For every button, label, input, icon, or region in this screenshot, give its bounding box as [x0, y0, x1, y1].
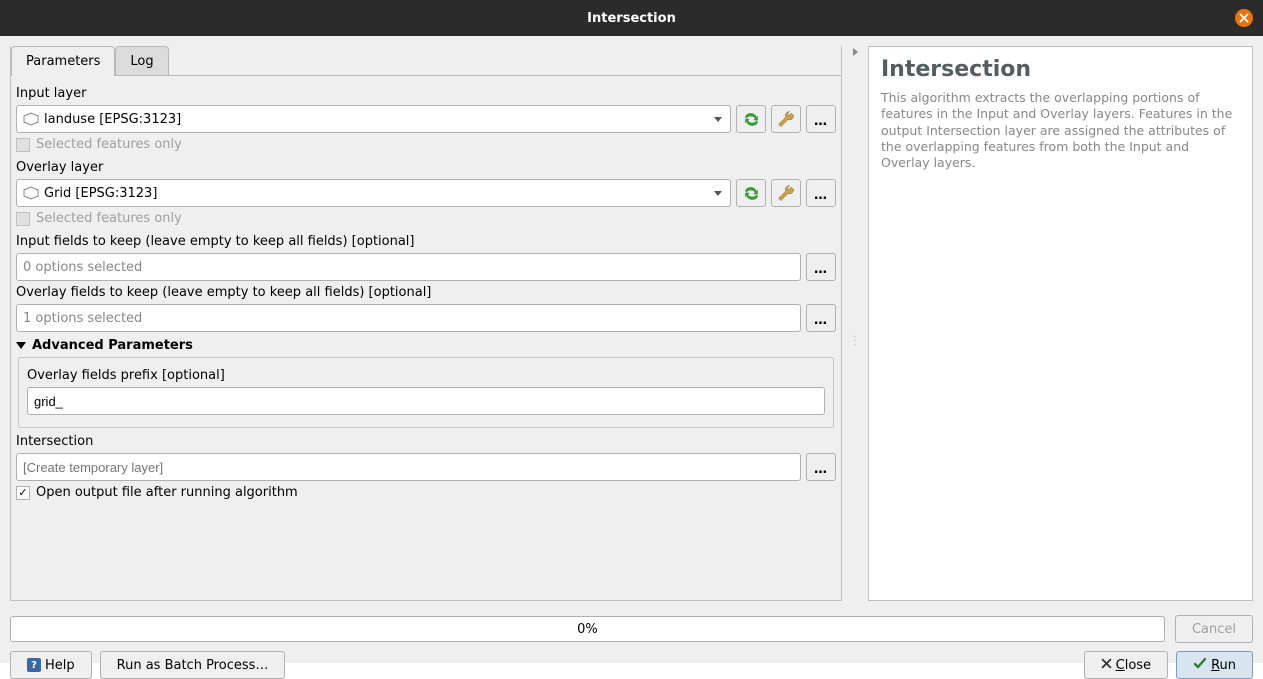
chevron-down-icon: [712, 113, 724, 125]
splitter[interactable]: ···: [852, 46, 858, 601]
output-destination-input[interactable]: [16, 453, 801, 481]
input-fields-browse-button[interactable]: …: [806, 253, 836, 281]
cancel-button: Cancel: [1175, 615, 1253, 643]
iterate-button[interactable]: [736, 105, 766, 133]
help-panel: Intersection This algorithm extracts the…: [868, 46, 1253, 601]
tab-log[interactable]: Log: [115, 46, 168, 76]
batch-button[interactable]: Run as Batch Process…: [100, 651, 286, 679]
wrench-icon: [777, 184, 796, 203]
bottom-left: ? Help Run as Batch Process…: [10, 651, 285, 679]
open-after-row: Open output file after running algorithm: [16, 485, 836, 500]
progress-row: 0% Cancel: [10, 615, 1253, 643]
dots-icon: …: [814, 188, 828, 203]
polygon-layer-icon: [23, 186, 39, 200]
overlay-layer-label: Overlay layer: [16, 160, 836, 175]
run-button-label: Run: [1211, 658, 1236, 673]
main-row: Parameters Log Input layer landuse [EPSG…: [10, 46, 1253, 601]
input-selected-only-checkbox: [16, 138, 30, 152]
tab-parameters[interactable]: Parameters: [11, 46, 115, 76]
overlay-fields-browse-button[interactable]: …: [806, 304, 836, 332]
titlebar: Intersection: [0, 0, 1263, 36]
input-fields-row: 0 options selected …: [16, 253, 836, 281]
close-icon: [1101, 658, 1112, 673]
overlay-selected-only-label: Selected features only: [36, 211, 182, 226]
polygon-layer-icon: [23, 112, 39, 126]
parameters-panel: Parameters Log Input layer landuse [EPSG…: [10, 46, 842, 601]
tab-parameters-label: Parameters: [26, 54, 100, 69]
overlay-prefix-label: Overlay fields prefix [optional]: [27, 368, 825, 383]
input-layer-options-button[interactable]: [771, 105, 801, 133]
dots-icon: …: [814, 313, 828, 328]
dots-icon: …: [814, 462, 828, 477]
overlay-selected-only-row: Selected features only: [16, 211, 836, 226]
input-layer-row: landuse [EPSG:3123] …: [16, 105, 836, 133]
open-after-checkbox[interactable]: [16, 486, 30, 500]
overlay-layer-row: Grid [EPSG:3123] …: [16, 179, 836, 207]
help-body: This algorithm extracts the overlapping …: [881, 90, 1240, 171]
close-button-label: Close: [1116, 658, 1151, 673]
progress-text: 0%: [577, 622, 598, 637]
iterate-icon: [742, 184, 761, 203]
close-icon: [1239, 13, 1249, 23]
iterate-button-overlay[interactable]: [736, 179, 766, 207]
advanced-parameters-label: Advanced Parameters: [32, 338, 193, 353]
overlay-layer-options-button[interactable]: [771, 179, 801, 207]
splitter-handle-icon: ···: [853, 336, 856, 348]
input-layer-combo[interactable]: landuse [EPSG:3123]: [16, 105, 731, 133]
open-after-label: Open output file after running algorithm: [36, 485, 298, 500]
dots-icon: …: [814, 114, 828, 129]
input-layer-browse-button[interactable]: …: [806, 105, 836, 133]
wrench-icon: [777, 110, 796, 129]
cancel-label: Cancel: [1192, 622, 1236, 637]
tabs: Parameters Log: [11, 46, 841, 76]
overlay-fields-value[interactable]: 1 options selected: [16, 304, 801, 332]
output-label: Intersection: [16, 434, 836, 449]
dots-icon: …: [814, 262, 828, 277]
overlay-layer-browse-button[interactable]: …: [806, 179, 836, 207]
close-button[interactable]: Close: [1084, 651, 1168, 679]
overlay-fields-label: Overlay fields to keep (leave empty to k…: [16, 285, 836, 300]
progress-bar: 0%: [10, 616, 1165, 642]
input-fields-value[interactable]: 0 options selected: [16, 253, 801, 281]
dialog-body: Parameters Log Input layer landuse [EPSG…: [0, 36, 1263, 663]
overlay-layer-combo[interactable]: Grid [EPSG:3123]: [16, 179, 731, 207]
help-title: Intersection: [881, 57, 1240, 82]
bottom-right: Close Run: [1084, 651, 1253, 679]
overlay-fields-row: 1 options selected …: [16, 304, 836, 332]
input-selected-only-label: Selected features only: [36, 137, 182, 152]
apply-icon: [1193, 656, 1207, 674]
iterate-icon: [742, 110, 761, 129]
advanced-parameters-toggle[interactable]: Advanced Parameters: [16, 338, 836, 353]
output-browse-button[interactable]: …: [806, 453, 836, 481]
chevron-down-icon: [712, 187, 724, 199]
advanced-parameters-box: Overlay fields prefix [optional]: [18, 357, 834, 428]
disclosure-down-icon: [16, 342, 26, 349]
input-layer-value: landuse [EPSG:3123]: [44, 112, 712, 127]
input-fields-label: Input fields to keep (leave empty to kee…: [16, 234, 836, 249]
help-button[interactable]: ? Help: [10, 651, 92, 679]
params-body: Input layer landuse [EPSG:3123]: [11, 76, 841, 597]
overlay-layer-value: Grid [EPSG:3123]: [44, 186, 712, 201]
window: Intersection Parameters Log Input layer: [0, 0, 1263, 663]
batch-button-label: Run as Batch Process…: [117, 658, 269, 673]
overlay-prefix-input[interactable]: [27, 387, 825, 415]
window-title: Intersection: [587, 11, 676, 26]
input-selected-only-row: Selected features only: [16, 137, 836, 152]
bottom-row: ? Help Run as Batch Process… Close: [10, 651, 1253, 679]
help-button-label: Help: [45, 658, 75, 673]
run-button[interactable]: Run: [1176, 651, 1253, 679]
input-layer-label: Input layer: [16, 86, 836, 101]
help-icon: ?: [27, 658, 41, 672]
tab-log-label: Log: [130, 54, 153, 69]
output-row: …: [16, 453, 836, 481]
close-window-button[interactable]: [1235, 9, 1253, 27]
overlay-selected-only-checkbox: [16, 212, 30, 226]
collapse-right-icon: [853, 48, 858, 56]
